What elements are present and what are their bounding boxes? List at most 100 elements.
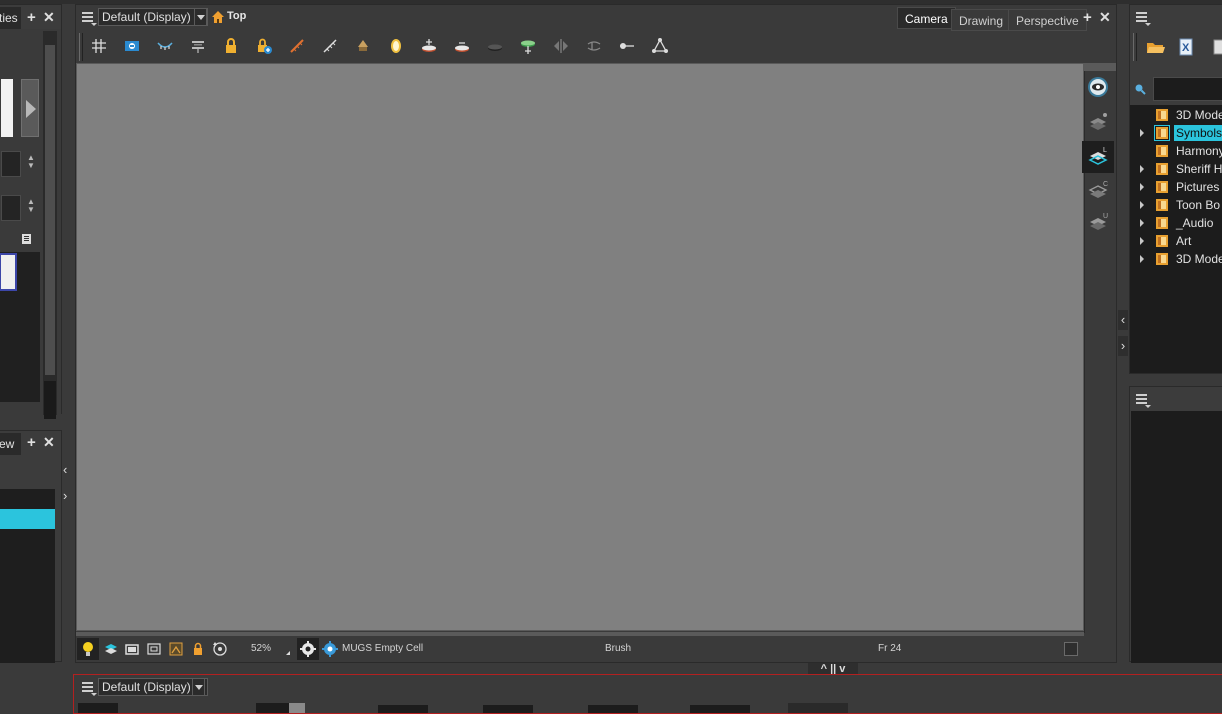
layers-overlay-icon[interactable] [1084, 109, 1112, 137]
bitmap-preview-icon[interactable] [169, 642, 183, 659]
light-table-icon[interactable] [185, 35, 211, 57]
library-folder-icon [1155, 198, 1169, 212]
collapse-right-left-icon[interactable]: ‹ [1118, 310, 1128, 330]
library-toolbar-grip[interactable] [1133, 33, 1137, 61]
display-combo-arrow[interactable] [194, 8, 207, 26]
cyan-selected-row[interactable] [0, 509, 55, 529]
camera-mask-icon[interactable] [119, 35, 145, 57]
expand-arrow-icon[interactable] [1140, 201, 1144, 209]
home-icon[interactable] [211, 10, 225, 24]
bitmap-layer-icon[interactable] [350, 35, 376, 57]
library-item[interactable]: Harmony [1131, 142, 1222, 160]
display-combo[interactable]: Default (Display) [98, 8, 208, 26]
reset-rotation-icon[interactable] [212, 641, 228, 660]
left-bottom-panel: ew + ✕ [0, 430, 62, 663]
onion-skin-icon[interactable] [152, 35, 178, 57]
dark-disc-icon[interactable] [482, 35, 508, 57]
bottom-display-combo-arrow[interactable] [192, 678, 205, 696]
collapse-right-right-icon[interactable]: › [1118, 336, 1128, 356]
close-panel-button[interactable]: ✕ [43, 10, 55, 24]
lock-add-icon[interactable] [251, 35, 277, 57]
library-item[interactable]: 3D Mode [1131, 106, 1222, 124]
layers-stack-icon[interactable] [104, 642, 118, 659]
vertical-scrollbar[interactable] [43, 31, 57, 419]
frame-rect-icon[interactable] [125, 642, 139, 659]
excel-icon[interactable]: X [1178, 38, 1194, 59]
field-1[interactable] [1, 151, 21, 177]
lower-panel-body [1131, 411, 1222, 663]
lower-panel-menu-icon[interactable] [1136, 394, 1151, 408]
add-view-button[interactable]: + [1083, 10, 1092, 25]
layers-underlay-icon[interactable]: U [1084, 209, 1112, 237]
blue-gear-icon[interactable] [322, 641, 338, 660]
light-bulb-button[interactable] [77, 638, 99, 660]
panel-tab-view[interactable]: ew [0, 433, 21, 455]
library-folder-icon [1155, 144, 1169, 158]
add-panel-button[interactable]: + [27, 10, 36, 25]
library-item[interactable]: 3D Mode [1131, 250, 1222, 268]
library-item[interactable]: Sheriff H [1131, 160, 1222, 178]
lock-status-icon[interactable] [192, 642, 204, 659]
library-item-label: 3D Mode [1176, 252, 1222, 266]
library-folder-icon [1154, 125, 1170, 141]
tab-camera[interactable]: Camera [897, 7, 956, 29]
svg-text:X: X [1182, 42, 1190, 54]
ruler-icon[interactable] [284, 35, 310, 57]
panel-menu-icon[interactable] [82, 12, 97, 26]
grid-icon[interactable] [86, 35, 112, 57]
gear-button[interactable] [297, 638, 319, 660]
expand-arrow-icon[interactable] [1140, 129, 1144, 137]
bottom-timeline-panel: Default (Display) [73, 674, 1222, 714]
zoom-dropdown-corner[interactable] [286, 651, 290, 655]
field-2[interactable] [1, 195, 21, 221]
svg-text:U: U [1103, 213, 1108, 220]
mirror-icon[interactable] [383, 35, 409, 57]
expand-arrow-icon[interactable] [1140, 255, 1144, 263]
panel-tab-properties[interactable]: ties [0, 7, 21, 29]
close-view-button[interactable]: ✕ [1099, 10, 1111, 24]
add-panel-button-2[interactable]: + [27, 435, 36, 450]
flip-h-icon[interactable] [548, 35, 574, 57]
spin-up-2[interactable]: ▲ ▼ [27, 198, 35, 214]
tab-drawing[interactable]: Drawing [951, 9, 1012, 31]
library-item[interactable]: Toon Bo [1131, 196, 1222, 214]
next-frame-button[interactable] [21, 79, 39, 137]
status-checkbox[interactable] [1064, 642, 1078, 656]
layers-color-icon[interactable]: C [1084, 177, 1112, 205]
layers-line-icon[interactable]: L [1082, 141, 1114, 173]
expand-arrow-icon[interactable] [1140, 165, 1144, 173]
slider-icon[interactable] [614, 35, 640, 57]
wind-icon[interactable] [581, 35, 607, 57]
safe-area-icon[interactable] [147, 642, 161, 659]
eye-icon[interactable] [1084, 73, 1112, 101]
remove-layer-icon[interactable] [449, 35, 475, 57]
bottom-panel-menu-icon[interactable] [82, 682, 97, 696]
tab-perspective[interactable]: Perspective [1008, 9, 1087, 31]
swatch-selected[interactable] [0, 253, 17, 291]
green-peg-icon[interactable] [515, 35, 541, 57]
zoom-level[interactable]: 52% [251, 642, 271, 656]
library-menu-icon[interactable] [1136, 12, 1151, 26]
library-item[interactable]: Symbols [1131, 124, 1222, 142]
toolbar-grip[interactable] [79, 33, 83, 61]
top-label[interactable]: Top [227, 10, 246, 22]
camera-viewport[interactable] [76, 63, 1084, 631]
expand-arrow-icon[interactable] [1140, 183, 1144, 191]
spin-up-1[interactable]: ▲ ▼ [27, 154, 35, 170]
library-item[interactable]: Pictures [1131, 178, 1222, 196]
notes-icon[interactable] [21, 233, 33, 245]
add-layer-icon[interactable] [416, 35, 442, 57]
library-item[interactable]: Art [1131, 232, 1222, 250]
library-item[interactable]: _Audio [1131, 214, 1222, 232]
expand-right-icon[interactable]: › [63, 488, 73, 504]
library-search-input[interactable] [1153, 77, 1222, 101]
collapse-left-icon[interactable]: ‹ [63, 462, 73, 478]
doc-icon[interactable] [1212, 39, 1222, 58]
close-panel-button-2[interactable]: ✕ [43, 435, 55, 449]
lock-icon[interactable] [218, 35, 244, 57]
expand-arrow-icon[interactable] [1140, 219, 1144, 227]
triangle-nodes-icon[interactable] [647, 35, 673, 57]
open-folder-icon[interactable] [1146, 39, 1166, 58]
ruler-alt-icon[interactable] [317, 35, 343, 57]
expand-arrow-icon[interactable] [1140, 237, 1144, 245]
